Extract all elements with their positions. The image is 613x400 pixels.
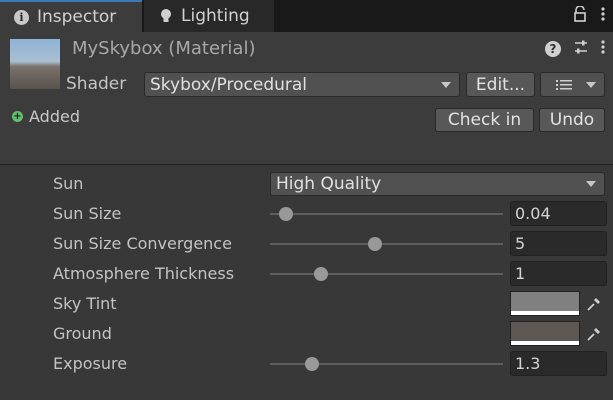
eyedropper-icon[interactable] bbox=[583, 323, 605, 345]
sun-size-slider-handle[interactable] bbox=[279, 207, 294, 221]
eyedropper-icon[interactable] bbox=[583, 293, 605, 315]
more-options-icon[interactable] bbox=[601, 6, 605, 26]
ground-color-field[interactable] bbox=[510, 321, 580, 346]
chevron-down-icon bbox=[441, 81, 451, 88]
sun-size-convergence-slider-track[interactable] bbox=[270, 243, 503, 245]
property-sky-tint: Sky Tint bbox=[0, 289, 613, 319]
added-plus-icon: + bbox=[12, 111, 23, 122]
ground-swatch bbox=[511, 322, 579, 341]
chevron-down-icon bbox=[586, 181, 596, 187]
sun-size-convergence-slider-handle[interactable] bbox=[367, 237, 382, 251]
tab-inspector[interactable]: i Inspector bbox=[0, 0, 142, 32]
shader-label: Shader bbox=[66, 74, 127, 94]
list-icon bbox=[556, 79, 572, 91]
sun-size-slider-track[interactable] bbox=[270, 213, 503, 215]
tab-inspector-label: Inspector bbox=[37, 7, 117, 27]
ground-alpha-bar bbox=[511, 341, 579, 345]
material-properties: Sun High Quality Sun Size 0.04 Sun Size … bbox=[0, 166, 613, 400]
material-title: MySkybox (Material) bbox=[72, 38, 256, 59]
help-icon[interactable]: ? bbox=[545, 41, 561, 57]
info-icon: i bbox=[14, 9, 29, 25]
settings-sliders-icon[interactable] bbox=[573, 39, 589, 59]
material-preview-thumbnail bbox=[10, 39, 60, 89]
tab-bar: i Inspector Lighting bbox=[0, 0, 613, 32]
material-header: MySkybox (Material) ? Shader Skybox/Proc… bbox=[0, 32, 613, 165]
sun-quality-value: High Quality bbox=[276, 174, 382, 194]
check-in-button[interactable]: Check in bbox=[435, 108, 534, 132]
sun-size-convergence-label: Sun Size Convergence bbox=[53, 234, 232, 253]
tab-lighting[interactable]: Lighting bbox=[144, 0, 274, 32]
atmosphere-thickness-input[interactable]: 1 bbox=[510, 261, 607, 286]
edit-shader-button[interactable]: Edit... bbox=[466, 72, 535, 97]
property-sun: Sun High Quality bbox=[0, 169, 613, 199]
vcs-added-status: + Added bbox=[12, 107, 80, 126]
ground-label: Ground bbox=[53, 324, 112, 343]
shader-dropdown-value: Skybox/Procedural bbox=[150, 74, 308, 95]
tab-lighting-label: Lighting bbox=[181, 6, 250, 26]
property-sun-size-convergence: Sun Size Convergence 5 bbox=[0, 229, 613, 259]
sun-size-input[interactable]: 0.04 bbox=[510, 201, 607, 226]
exposure-input[interactable]: 1.3 bbox=[510, 351, 607, 376]
exposure-label: Exposure bbox=[53, 354, 128, 373]
exposure-slider-handle[interactable] bbox=[304, 357, 319, 371]
property-sun-size: Sun Size 0.04 bbox=[0, 199, 613, 229]
sun-size-label: Sun Size bbox=[53, 204, 122, 223]
lightbulb-icon bbox=[158, 9, 173, 24]
property-ground: Ground bbox=[0, 319, 613, 349]
sky-tint-color-field[interactable] bbox=[510, 291, 580, 316]
lock-icon[interactable] bbox=[573, 5, 587, 26]
sky-tint-alpha-bar bbox=[511, 311, 579, 315]
sun-quality-dropdown[interactable]: High Quality bbox=[270, 172, 605, 196]
atmosphere-thickness-slider-handle[interactable] bbox=[314, 267, 329, 281]
sky-tint-label: Sky Tint bbox=[53, 294, 117, 313]
sun-label: Sun bbox=[53, 174, 84, 193]
atmosphere-thickness-label: Atmosphere Thickness bbox=[53, 264, 235, 283]
sky-tint-swatch bbox=[511, 292, 579, 311]
sun-size-convergence-input[interactable]: 5 bbox=[510, 231, 607, 256]
shader-menu-dropdown[interactable] bbox=[540, 72, 605, 97]
undo-button[interactable]: Undo bbox=[539, 108, 605, 132]
atmosphere-thickness-slider-track[interactable] bbox=[270, 273, 503, 275]
added-label: Added bbox=[29, 107, 80, 126]
shader-dropdown[interactable]: Skybox/Procedural bbox=[144, 72, 460, 97]
property-exposure: Exposure 1.3 bbox=[0, 349, 613, 379]
property-atmosphere-thickness: Atmosphere Thickness 1 bbox=[0, 259, 613, 289]
chevron-down-icon bbox=[586, 81, 596, 88]
more-options-icon[interactable] bbox=[601, 39, 605, 59]
